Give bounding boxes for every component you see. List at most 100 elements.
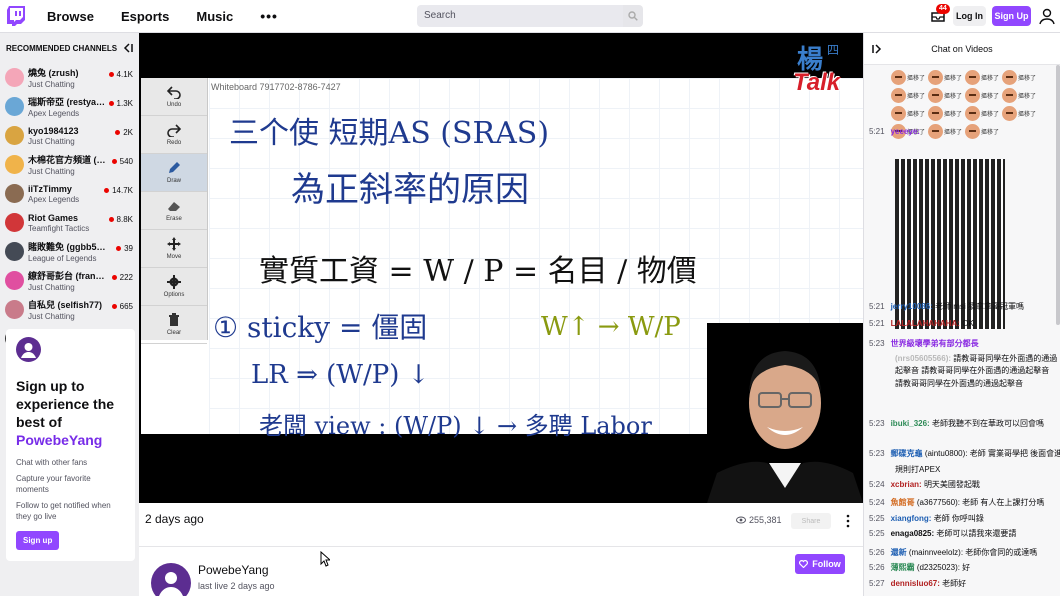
app-root: Browse Esports Music ••• Search 44 Log I… bbox=[0, 0, 1060, 596]
expand-chat-icon[interactable] bbox=[872, 44, 882, 54]
viewer-count: 14.7K bbox=[112, 186, 133, 195]
tool-move[interactable]: Move bbox=[141, 230, 207, 268]
message-username[interactable]: 魚館哥 bbox=[891, 498, 915, 507]
chat-message: 5:24 魚館哥 (a3677560): 老師 有人在上課打分嗎 bbox=[869, 497, 1044, 508]
tool-undo[interactable]: Undo bbox=[141, 78, 207, 116]
channel-game: Just Chatting bbox=[28, 283, 75, 292]
chat-message: 5:21 yeeeye: bbox=[869, 127, 920, 136]
face-emote-icon bbox=[928, 124, 944, 140]
move-icon bbox=[167, 237, 181, 251]
trash-icon bbox=[169, 313, 179, 326]
nav-esports[interactable]: Esports bbox=[121, 9, 169, 24]
message-text: (d2325023): 好 bbox=[916, 563, 971, 572]
emote-caption: 摳移了 bbox=[907, 112, 926, 119]
nav-music[interactable]: Music bbox=[196, 9, 233, 24]
channel-list: 燒兔 (zrush) Just Chatting 4.1K 瑞斯帝亞 (restya_… bbox=[0, 63, 139, 353]
tool-erase-label: Erase bbox=[166, 216, 182, 222]
live-dot-icon bbox=[111, 159, 117, 164]
emote-caption: 摳移了 bbox=[944, 130, 963, 137]
undo-icon bbox=[167, 86, 181, 99]
sidebar-channel-item[interactable]: iiTzTimmy Apex Legends 14.7K bbox=[0, 179, 139, 208]
message-username[interactable]: yeeeye: bbox=[891, 127, 920, 136]
message-username[interactable]: dennisluo67: bbox=[891, 579, 940, 588]
user-menu-icon[interactable] bbox=[1038, 7, 1056, 25]
eye-icon bbox=[736, 516, 746, 524]
signup-button[interactable]: Sign Up bbox=[992, 6, 1031, 26]
message-username[interactable]: LALALAHAHAHA: bbox=[891, 319, 960, 328]
sidebar-channel-item[interactable]: 木棉花官方頻道 (m... Just Chatting 540 bbox=[0, 150, 139, 179]
tool-erase[interactable]: Erase bbox=[141, 192, 207, 230]
message-text: 起擊音 請教哥哥同學在外面遇的通過起擊音 bbox=[895, 366, 1050, 375]
message-username[interactable]: jerry10086: bbox=[891, 302, 933, 311]
whiteboard-toolbar: Undo Redo Draw Erase Move Options Clear bbox=[141, 78, 208, 344]
message-timestamp: 5:27 bbox=[869, 579, 885, 588]
message-username[interactable]: xcbrian: bbox=[891, 480, 922, 489]
message-username[interactable]: 還新 bbox=[891, 548, 907, 557]
viewer-count: 540 bbox=[119, 157, 133, 166]
message-username[interactable]: xiangfong: bbox=[891, 514, 932, 523]
message-username[interactable]: ibuki_326: bbox=[891, 419, 930, 428]
face-emote-icon bbox=[928, 88, 944, 104]
channel-avatar bbox=[5, 97, 24, 116]
message-username[interactable]: 薄熙霸 bbox=[891, 563, 915, 572]
channel-viewers: 8.8K bbox=[108, 215, 133, 224]
message-text: 老師可以請我來還要請 bbox=[936, 529, 1017, 538]
promo-signup-button[interactable]: Sign up bbox=[16, 531, 60, 550]
chat-scrollbar[interactable] bbox=[1056, 65, 1060, 325]
face-emote-icon bbox=[965, 88, 981, 104]
view-count-value: 255,381 bbox=[749, 515, 782, 525]
message-username[interactable]: (nrs05605566): bbox=[895, 354, 951, 363]
sidebar-channel-item[interactable]: 賭敗難免 (ggbb52... League of Legends 39 bbox=[0, 237, 139, 266]
promo-channel-name: PowebeYang bbox=[16, 432, 103, 448]
channel-name: 瑞斯帝亞 (restya_t... bbox=[28, 97, 106, 107]
emote-caption: 摳移了 bbox=[907, 94, 926, 101]
chat-message: 5:25 xiangfong: 老師 你呼叫錄 bbox=[869, 513, 984, 524]
message-timestamp: 5:21 bbox=[869, 127, 885, 136]
message-username[interactable]: 世界級壞學弟有部分都長 bbox=[891, 339, 979, 348]
search-input[interactable]: Search bbox=[417, 5, 623, 27]
tool-options[interactable]: Options bbox=[141, 268, 207, 306]
collapse-sidebar-icon[interactable] bbox=[123, 43, 133, 53]
channel-viewers: 665 bbox=[111, 302, 133, 311]
channel-name[interactable]: PowebeYang bbox=[198, 563, 269, 577]
channel-avatar[interactable] bbox=[151, 563, 191, 596]
mouse-cursor-icon bbox=[320, 551, 330, 567]
host-webcam-portrait bbox=[707, 323, 863, 503]
twitch-logo-icon[interactable] bbox=[7, 6, 25, 26]
channel-viewers: 540 bbox=[111, 157, 133, 166]
eraser-icon bbox=[168, 202, 180, 211]
message-username[interactable]: enaga0825: bbox=[891, 529, 935, 538]
sidebar-channel-item[interactable]: 燒兔 (zrush) Just Chatting 4.1K bbox=[0, 63, 139, 92]
message-text: OK bbox=[962, 319, 974, 328]
tool-clear[interactable]: Clear bbox=[141, 306, 207, 344]
tool-draw[interactable]: Draw bbox=[141, 154, 207, 192]
login-button[interactable]: Log In bbox=[953, 6, 986, 26]
chat-message: 5:23 ibuki_326: 老師我聽不到在華政可以回會嗎 bbox=[869, 418, 1044, 429]
nav-browse[interactable]: Browse bbox=[47, 9, 94, 24]
sidebar-channel-item[interactable]: 瑞斯帝亞 (restya_t... Apex Legends 1.3K bbox=[0, 92, 139, 121]
chat-message: (nrs05605566): 請教哥哥同學在外面遇的通過 bbox=[895, 353, 1057, 364]
inbox-count-badge: 44 bbox=[936, 4, 950, 14]
search-icon bbox=[628, 11, 638, 21]
video-player[interactable]: Undo Redo Draw Erase Move Options Clear … bbox=[139, 33, 863, 503]
viewer-count: 1.3K bbox=[116, 99, 133, 108]
message-timestamp: 5:25 bbox=[869, 529, 885, 538]
search-button[interactable] bbox=[623, 5, 643, 27]
emote-caption: 摳移了 bbox=[907, 76, 926, 83]
channel-viewers: 14.7K bbox=[104, 186, 133, 195]
message-timestamp: 5:21 bbox=[869, 319, 885, 328]
channel-logo-icon bbox=[16, 337, 41, 362]
sidebar-channel-item[interactable]: 繚舒哥彭台 (franc... Just Chatting 222 bbox=[0, 266, 139, 295]
channel-viewers: 1.3K bbox=[108, 99, 133, 108]
tool-redo[interactable]: Redo bbox=[141, 116, 207, 154]
live-dot-icon bbox=[104, 188, 110, 193]
nav-more-button[interactable]: ••• bbox=[260, 8, 278, 24]
sidebar-channel-item[interactable]: 自私兒 (selfish77) Just Chatting 665 bbox=[0, 295, 139, 324]
sidebar-channel-item[interactable]: Riot Games Teamfight Tactics 8.8K bbox=[0, 208, 139, 237]
share-button[interactable]: Share bbox=[791, 513, 831, 529]
message-timestamp: 5:23 bbox=[869, 449, 885, 458]
follow-button[interactable]: Follow bbox=[795, 554, 845, 574]
sidebar-channel-item[interactable]: kyo1984123 Just Chatting 2K bbox=[0, 121, 139, 150]
message-username[interactable]: 郵碟克龜 bbox=[891, 449, 923, 458]
more-options-icon[interactable] bbox=[845, 514, 851, 528]
